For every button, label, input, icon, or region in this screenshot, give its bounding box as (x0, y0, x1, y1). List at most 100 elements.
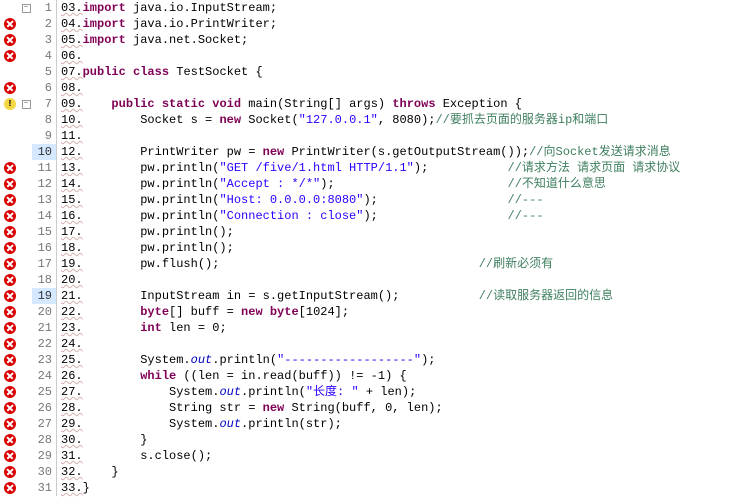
line-number[interactable]: 20 (32, 304, 56, 320)
error-icon[interactable] (4, 18, 16, 30)
line-number[interactable]: 24 (32, 368, 56, 384)
code-line[interactable]: 10. Socket s = new Socket("127.0.0.1", 8… (61, 112, 729, 128)
line-number[interactable]: 30 (32, 464, 56, 480)
line-number[interactable]: 13 (32, 192, 56, 208)
code-line[interactable]: 23. int len = 0; (61, 320, 729, 336)
error-icon[interactable] (4, 82, 16, 94)
fold-toggle-icon[interactable]: − (22, 100, 31, 109)
code-line[interactable]: 04.import java.io.PrintWriter; (61, 16, 729, 32)
code-line[interactable]: 14. pw.println("Accept : */*"); //不知道什么意… (61, 176, 729, 192)
code-line[interactable]: 11. (61, 128, 729, 144)
code-line[interactable]: 33.} (61, 480, 729, 496)
code-line[interactable]: 27. System.out.println("长度: " + len); (61, 384, 729, 400)
error-icon[interactable] (4, 50, 16, 62)
line-number[interactable]: 2 (32, 16, 56, 32)
error-icon[interactable] (4, 162, 16, 174)
error-icon[interactable] (4, 194, 16, 206)
line-prefix: 16. (61, 209, 83, 223)
code-line[interactable]: 29. System.out.println(str); (61, 416, 729, 432)
code-line[interactable]: 20. (61, 272, 729, 288)
code-line[interactable]: 26. while ((len = in.read(buff)) != -1) … (61, 368, 729, 384)
error-icon[interactable] (4, 178, 16, 190)
token-plain: System. (83, 417, 220, 431)
line-number[interactable]: 29 (32, 448, 56, 464)
line-number[interactable]: 15 (32, 224, 56, 240)
code-line[interactable]: 09. public static void main(String[] arg… (61, 96, 729, 112)
gutter-row: 22 (0, 336, 56, 352)
code-line[interactable]: 32. } (61, 464, 729, 480)
line-number[interactable]: 17 (32, 256, 56, 272)
error-icon[interactable] (4, 242, 16, 254)
token-keyword: public (83, 65, 126, 79)
code-line[interactable]: 28. String str = new String(buff, 0, len… (61, 400, 729, 416)
code-line[interactable]: 07.public class TestSocket { (61, 64, 729, 80)
error-icon[interactable] (4, 290, 16, 302)
line-number[interactable]: 10 (32, 144, 56, 160)
code-line[interactable]: 30. } (61, 432, 729, 448)
error-icon[interactable] (4, 274, 16, 286)
line-number[interactable]: 12 (32, 176, 56, 192)
token-keyword: public (111, 97, 154, 111)
code-editor[interactable]: −123456!−7891011121314151617181920212223… (0, 0, 729, 496)
code-line[interactable]: 24. (61, 336, 729, 352)
line-number[interactable]: 4 (32, 48, 56, 64)
code-line[interactable]: 25. System.out.println("----------------… (61, 352, 729, 368)
line-number[interactable]: 5 (32, 64, 56, 80)
code-line[interactable]: 17. pw.println(); (61, 224, 729, 240)
code-line[interactable]: 13. pw.println("GET /five/1.html HTTP/1.… (61, 160, 729, 176)
line-number[interactable]: 8 (32, 112, 56, 128)
line-number[interactable]: 21 (32, 320, 56, 336)
fold-toggle-icon[interactable]: − (22, 4, 31, 13)
error-icon[interactable] (4, 210, 16, 222)
error-icon[interactable] (4, 306, 16, 318)
line-number[interactable]: 14 (32, 208, 56, 224)
line-prefix: 09. (61, 97, 83, 111)
error-icon[interactable] (4, 482, 16, 494)
error-icon[interactable] (4, 370, 16, 382)
code-area[interactable]: 03.import java.io.InputStream;04.import … (57, 0, 729, 496)
error-icon[interactable] (4, 322, 16, 334)
line-number[interactable]: 27 (32, 416, 56, 432)
error-icon[interactable] (4, 466, 16, 478)
error-icon[interactable] (4, 402, 16, 414)
code-line[interactable]: 19. pw.flush(); //刷新必须有 (61, 256, 729, 272)
line-number[interactable]: 23 (32, 352, 56, 368)
gutter-row: 28 (0, 432, 56, 448)
code-line[interactable]: 15. pw.println("Host: 0.0.0.0:8080"); //… (61, 192, 729, 208)
error-icon[interactable] (4, 418, 16, 430)
line-number[interactable]: 25 (32, 384, 56, 400)
error-icon[interactable] (4, 386, 16, 398)
error-icon[interactable] (4, 354, 16, 366)
code-line[interactable]: 18. pw.println(); (61, 240, 729, 256)
error-icon[interactable] (4, 338, 16, 350)
line-number[interactable]: 11 (32, 160, 56, 176)
gutter-row: 2 (0, 16, 56, 32)
code-line[interactable]: 08. (61, 80, 729, 96)
code-line[interactable]: 31. s.close(); (61, 448, 729, 464)
line-number[interactable]: 9 (32, 128, 56, 144)
code-line[interactable]: 12. PrintWriter pw = new PrintWriter(s.g… (61, 144, 729, 160)
warning-icon[interactable]: ! (4, 98, 16, 110)
error-icon[interactable] (4, 258, 16, 270)
line-number[interactable]: 26 (32, 400, 56, 416)
line-number[interactable]: 19 (32, 288, 56, 304)
error-icon[interactable] (4, 34, 16, 46)
error-icon[interactable] (4, 434, 16, 446)
line-number[interactable]: 28 (32, 432, 56, 448)
code-line[interactable]: 06. (61, 48, 729, 64)
line-number[interactable]: 1 (32, 0, 56, 16)
line-number[interactable]: 22 (32, 336, 56, 352)
error-icon[interactable] (4, 450, 16, 462)
code-line[interactable]: 16. pw.println("Connection : close"); //… (61, 208, 729, 224)
line-number[interactable]: 3 (32, 32, 56, 48)
code-line[interactable]: 03.import java.io.InputStream; (61, 0, 729, 16)
code-line[interactable]: 05.import java.net.Socket; (61, 32, 729, 48)
line-number[interactable]: 18 (32, 272, 56, 288)
line-number[interactable]: 6 (32, 80, 56, 96)
code-line[interactable]: 22. byte[] buff = new byte[1024]; (61, 304, 729, 320)
line-number[interactable]: 7 (32, 96, 56, 112)
line-number[interactable]: 16 (32, 240, 56, 256)
error-icon[interactable] (4, 226, 16, 238)
code-line[interactable]: 21. InputStream in = s.getInputStream();… (61, 288, 729, 304)
line-number[interactable]: 31 (32, 480, 56, 496)
